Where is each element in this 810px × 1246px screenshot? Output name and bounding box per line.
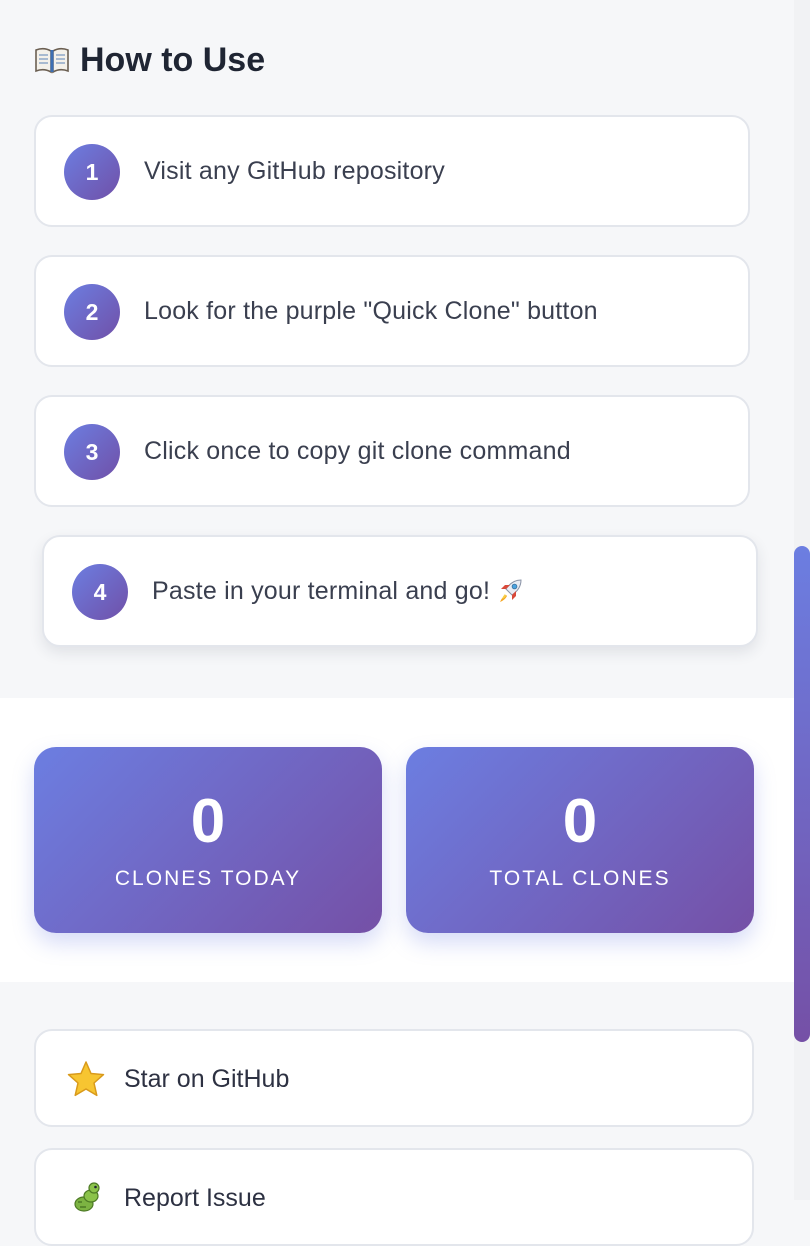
section-title-text: How to Use	[80, 41, 266, 79]
step-text: Click once to copy git clone command	[144, 436, 571, 465]
section-title: How to Use	[34, 38, 265, 82]
step-card-3: 3 Click once to copy git clone command	[34, 395, 750, 507]
star-on-github-link[interactable]: Star on GitHub	[34, 1029, 754, 1127]
how-to-use-section: How to Use 1 Visit any GitHub repository…	[0, 0, 794, 698]
step-number-badge: 2	[64, 284, 120, 340]
step-number-badge: 1	[64, 144, 120, 200]
clones-today-value: 0	[190, 787, 226, 856]
total-clones-value: 0	[562, 787, 598, 856]
step-text-row: Paste in your terminal and go!	[152, 537, 524, 645]
step-card-4: 4 Paste in your terminal and go!	[42, 535, 758, 647]
step-text: Visit any GitHub repository	[144, 156, 445, 185]
clones-today-card: 0 CLONES TODAY	[34, 747, 382, 933]
report-issue-link[interactable]: Report Issue	[34, 1148, 754, 1246]
book-icon	[34, 46, 70, 74]
clones-today-label: CLONES TODAY	[114, 867, 302, 890]
star-icon	[66, 1059, 106, 1099]
rocket-icon	[496, 577, 524, 605]
step-number-badge: 4	[72, 564, 128, 620]
report-issue-label: Report Issue	[124, 1183, 266, 1212]
step-card-2: 2 Look for the purple "Quick Clone" butt…	[34, 255, 750, 367]
scrollbar-thumb[interactable]	[794, 546, 810, 1042]
star-on-github-label: Star on GitHub	[124, 1064, 290, 1093]
total-clones-card: 0 TOTAL CLONES	[406, 747, 754, 933]
step-card-1: 1 Visit any GitHub repository	[34, 115, 750, 227]
bug-icon	[66, 1178, 106, 1218]
step-text: Paste in your terminal and go!	[152, 576, 491, 605]
total-clones-label: TOTAL CLONES	[489, 867, 671, 890]
step-number-badge: 3	[64, 424, 120, 480]
step-text: Look for the purple "Quick Clone" button	[144, 296, 598, 325]
stats-section: 0 CLONES TODAY 0 TOTAL CLONES	[0, 698, 794, 982]
